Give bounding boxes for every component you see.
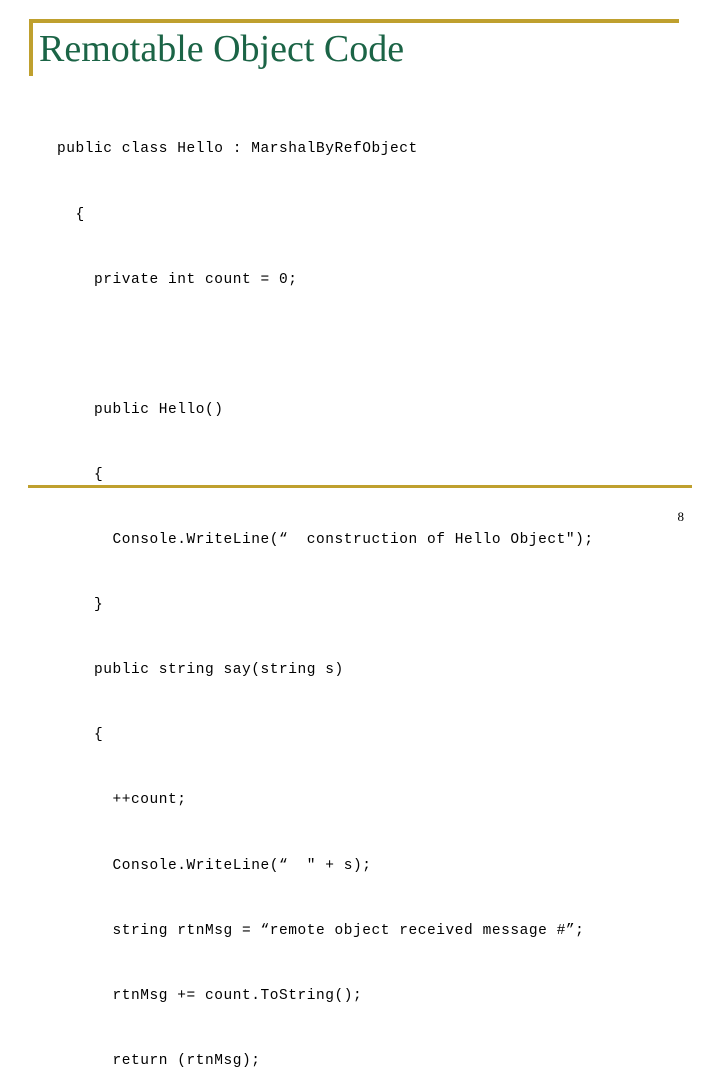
code-line: { <box>57 206 85 223</box>
code-line: { <box>57 727 104 744</box>
accent-rule-bottom <box>28 485 692 488</box>
code-block: public class Hello : MarshalByRefObject … <box>57 96 707 1080</box>
code-line: private int count = 0; <box>57 271 298 288</box>
accent-rule-left <box>29 19 33 76</box>
slide-title: Remotable Object Code <box>39 28 405 70</box>
accent-rule-top <box>29 19 679 23</box>
slide: Remotable Object Code public class Hello… <box>0 0 720 1069</box>
code-line: public string say(string s) <box>57 662 344 679</box>
code-line: } <box>57 597 104 614</box>
code-line: { <box>57 466 104 483</box>
code-line: public class Hello : MarshalByRefObject <box>57 141 418 158</box>
code-line: public Hello() <box>57 401 224 418</box>
code-line: ++count; <box>57 792 187 809</box>
code-line: rtnMsg += count.ToString(); <box>57 987 363 1004</box>
code-line: Console.WriteLine(“ construction of Hell… <box>57 532 594 549</box>
code-line: Console.WriteLine(“ " + s); <box>57 857 372 874</box>
code-line: string rtnMsg = “remote object received … <box>57 922 585 939</box>
page-number: 8 <box>677 509 685 524</box>
code-line: return (rtnMsg); <box>57 1052 261 1069</box>
